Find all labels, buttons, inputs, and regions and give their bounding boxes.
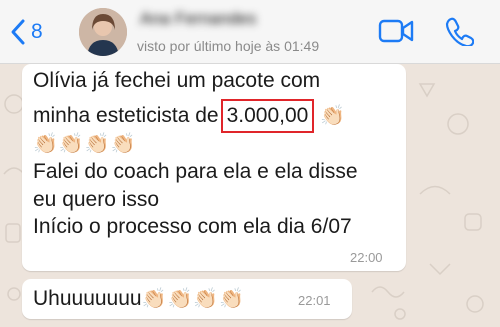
- contact-name[interactable]: Ana Fernandes: [140, 9, 320, 29]
- clap-emoji: 👏🏻: [320, 105, 347, 127]
- message-text: minha esteticista de: [33, 104, 219, 127]
- message-line: eu quero isso: [33, 188, 160, 211]
- highlighted-amount: 3.000,00: [220, 99, 315, 133]
- message-timestamp: 22:00: [350, 250, 383, 265]
- message-line: Falei do coach para ela e ela disse: [33, 160, 358, 183]
- unread-count: 8: [31, 20, 43, 43]
- message-timestamp: 22:01: [298, 293, 331, 308]
- message-line: Uhuuuuuuu👏🏻👏🏻👏🏻👏🏻: [33, 284, 245, 314]
- clap-emoji-row: 👏🏻👏🏻👏🏻👏🏻: [33, 133, 137, 155]
- video-call-button[interactable]: [378, 18, 414, 44]
- message-line-with-amount: minha esteticista de 3.000,00 👏🏻: [33, 99, 347, 133]
- last-seen-status: visto por último hoje às 01:49: [137, 38, 320, 54]
- chat-header: 8 Ana Fernandes visto por último hoje às…: [0, 0, 500, 64]
- message-line: Olívia já fechei um pacote com: [33, 69, 321, 92]
- message-text: Uhuuuuuuu: [33, 287, 142, 310]
- clap-emoji-row: 👏🏻👏🏻👏🏻👏🏻: [141, 288, 246, 310]
- avatar[interactable]: [79, 8, 127, 56]
- chevron-left-icon: [11, 19, 25, 45]
- back-button[interactable]: 8: [10, 18, 43, 46]
- amount-value: 3.000,00: [226, 104, 309, 127]
- phone-icon: [445, 17, 475, 48]
- video-call-icon: [378, 19, 414, 43]
- voice-call-button[interactable]: [444, 16, 475, 48]
- message-line: Início o processo com ela dia 6/07: [33, 215, 352, 238]
